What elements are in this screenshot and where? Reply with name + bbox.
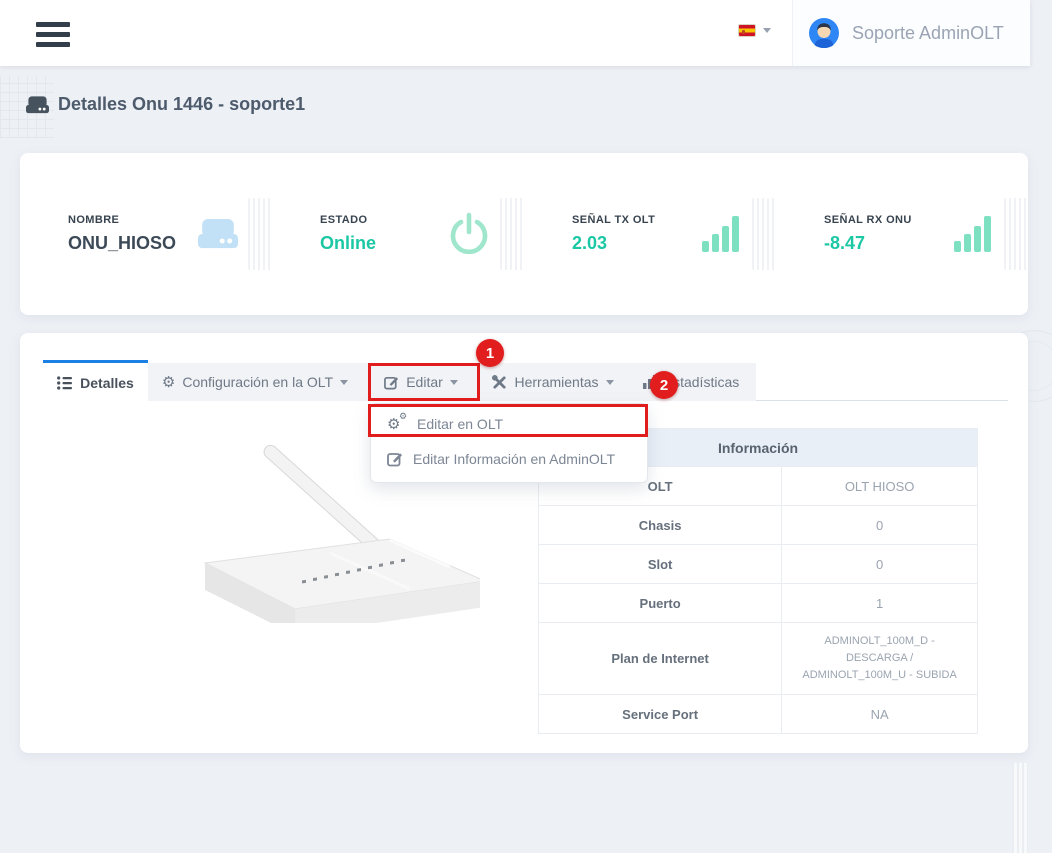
table-row: Chasis 0 (539, 506, 978, 545)
power-icon (448, 212, 490, 256)
stat-rx-value: -8.47 (824, 233, 912, 254)
tab-estadisticas[interactable]: Estadísticas (626, 363, 756, 401)
row-puerto-label: Puerto (539, 584, 782, 623)
tab-herramientas[interactable]: Herramientas (480, 363, 626, 401)
stat-estado-value: Online (320, 233, 376, 254)
stat-rx-label: SEÑAL RX ONU (824, 214, 912, 226)
signal-bars-icon (954, 216, 994, 252)
row-slot-value: 0 (782, 545, 978, 584)
stat-senal-rx: SEÑAL RX ONU -8.47 (776, 214, 1004, 254)
avatar (809, 18, 839, 48)
editar-dropdown-menu: ⚙⚙ Editar en OLT Editar Información en A… (370, 403, 648, 483)
adminolt-app: Soporte AdminOLT Detalles Onu 1446 - sop… (0, 0, 1052, 753)
onu-details-card: Detalles ⚙ Configuración en la OLT Edita… (20, 333, 1028, 753)
divider (500, 198, 524, 270)
edit-icon (387, 451, 403, 467)
menu-item-editar-en-olt-label: Editar en OLT (417, 416, 503, 432)
stat-tx-value: 2.03 (572, 233, 655, 254)
divider (248, 198, 272, 270)
page-title-text: Detalles Onu 1446 - soporte1 (58, 94, 305, 115)
chevron-down-icon (340, 380, 348, 385)
user-menu[interactable]: Soporte AdminOLT (792, 0, 1030, 66)
tab-detalles[interactable]: Detalles (43, 360, 148, 402)
stat-nombre-value: ONU_HIOSO (68, 233, 176, 254)
user-name: Soporte AdminOLT (852, 23, 1004, 44)
divider (752, 198, 776, 270)
tab-herramientas-label: Herramientas (514, 374, 598, 390)
page-title: Detalles Onu 1446 - soporte1 (26, 94, 305, 115)
onu-device-icon (26, 96, 49, 114)
stat-nombre-label: NOMBRE (68, 214, 176, 226)
tab-detalles-label: Detalles (80, 375, 134, 391)
row-serviceport-value: NA (782, 695, 978, 734)
row-slot-label: Slot (539, 545, 782, 584)
spain-flag-icon (738, 24, 756, 37)
tools-icon (492, 375, 507, 390)
chevron-down-icon (763, 28, 771, 33)
row-serviceport-label: Service Port (539, 695, 782, 734)
tab-strip: ⚙ Configuración en la OLT Editar (148, 363, 756, 401)
hdd-icon (198, 219, 238, 249)
table-row: Slot 0 (539, 545, 978, 584)
chevron-down-icon (450, 380, 458, 385)
stat-senal-tx: SEÑAL TX OLT 2.03 (524, 214, 752, 254)
tab-editar-label: Editar (406, 374, 443, 390)
gear-icon: ⚙ (162, 375, 175, 390)
stat-estado: ESTADO Online (272, 212, 500, 256)
stat-nombre: NOMBRE ONU_HIOSO (20, 214, 248, 254)
row-olt-value: OLT HIOSO (782, 467, 978, 506)
menu-item-editar-informacion[interactable]: Editar Información en AdminOLT (371, 441, 647, 476)
table-row: Puerto 1 (539, 584, 978, 623)
row-chasis-value: 0 (782, 506, 978, 545)
decorative-stripes (1012, 763, 1028, 853)
list-icon (57, 376, 72, 390)
tab-configuracion-label: Configuración en la OLT (182, 374, 333, 390)
onu-summary-card: NOMBRE ONU_HIOSO ESTADO Online (20, 153, 1028, 315)
stat-estado-label: ESTADO (320, 214, 376, 226)
tab-editar[interactable]: Editar (362, 363, 480, 401)
top-navbar: Soporte AdminOLT (0, 0, 1030, 66)
stat-tx-label: SEÑAL TX OLT (572, 214, 655, 226)
tab-estadisticas-label: Estadísticas (664, 374, 739, 390)
row-puerto-value: 1 (782, 584, 978, 623)
signal-bars-icon (702, 216, 742, 252)
edit-icon (384, 375, 399, 390)
table-row: Plan de Internet ADMINOLT_100M_D - DESCA… (539, 623, 978, 695)
tab-bar: Detalles ⚙ Configuración en la OLT Edita… (43, 360, 1008, 401)
row-plan-value: ADMINOLT_100M_D - DESCARGA / ADMINOLT_10… (782, 623, 978, 695)
menu-item-editar-informacion-label: Editar Información en AdminOLT (413, 451, 615, 467)
language-dropdown[interactable] (738, 24, 771, 37)
chart-icon (643, 375, 657, 389)
divider (1004, 198, 1028, 270)
tab-configuracion-olt[interactable]: ⚙ Configuración en la OLT (148, 363, 362, 401)
hamburger-menu-icon[interactable] (36, 22, 70, 48)
menu-item-editar-en-olt[interactable]: ⚙⚙ Editar en OLT (371, 406, 647, 441)
cogs-icon: ⚙⚙ (387, 416, 407, 432)
row-chasis-label: Chasis (539, 506, 782, 545)
row-plan-label: Plan de Internet (539, 623, 782, 695)
table-row: Service Port NA (539, 695, 978, 734)
chevron-down-icon (606, 380, 614, 385)
